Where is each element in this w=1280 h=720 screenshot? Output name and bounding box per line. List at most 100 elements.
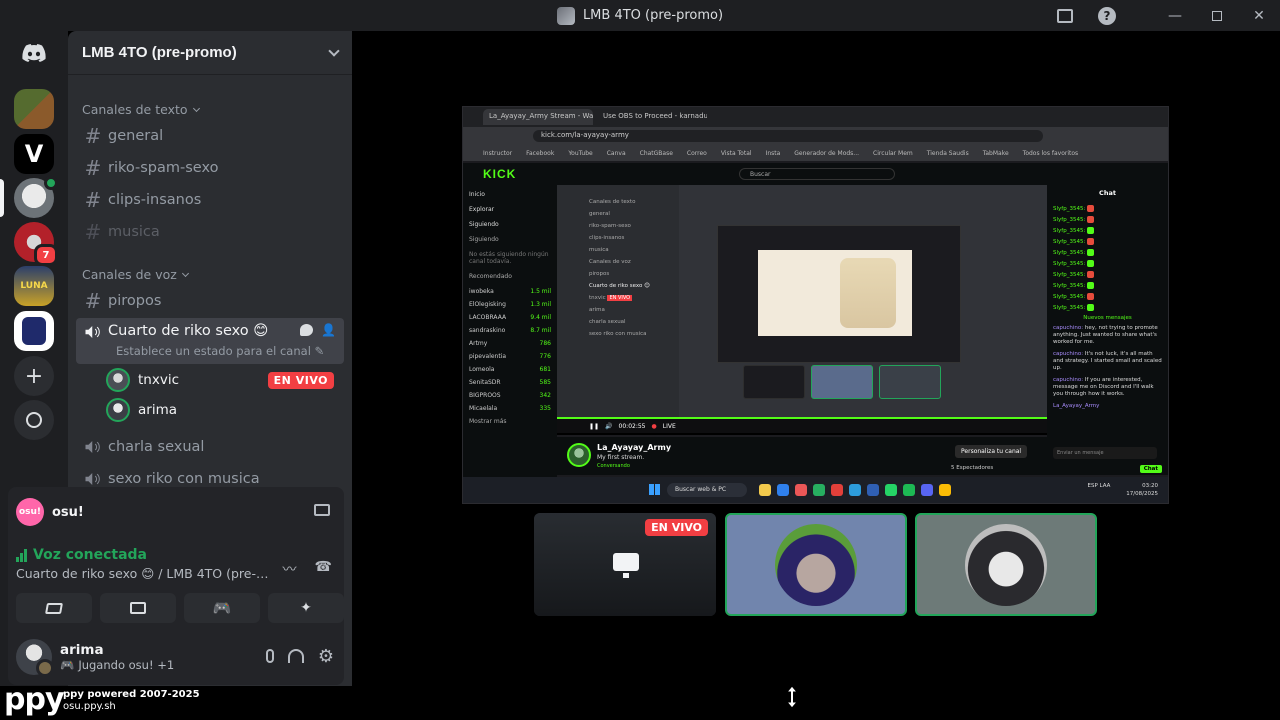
inbox-button[interactable] — [1044, 0, 1086, 31]
voice-user-arima[interactable]: arima — [106, 396, 338, 424]
kick-nav-item: Explorar — [469, 206, 495, 213]
kick-channel-name: SenitaSDR — [469, 379, 501, 386]
voice-channel-active[interactable]: Cuarto de riko sexo 😊 Establece un estad… — [76, 318, 344, 364]
help-button[interactable]: ? — [1086, 0, 1128, 31]
nested-stream — [717, 225, 961, 363]
kick-channel-viewers: 786 — [539, 340, 551, 347]
screen-share-icon[interactable] — [314, 504, 330, 516]
channel-clips-insanos[interactable]: # clips-insanos — [76, 184, 344, 216]
kick-following-heading: Siguiendo — [469, 236, 499, 243]
nested-channel: Canales de voz — [589, 259, 631, 265]
nested-channel: piropos — [589, 271, 610, 277]
voice-user-tnxvic[interactable]: tnxvic EN VIVO — [106, 366, 338, 394]
nested-user-name: tnxvic — [589, 295, 606, 301]
kick-viewers: 5 Espectadores — [951, 465, 994, 471]
live-badge: EN VIVO — [645, 519, 708, 536]
chat-user: Slyfp_3545: — [1053, 294, 1086, 300]
kick-chat: Chat Slyfp_3545: Slyfp_3545: Slyfp_3545:… — [1047, 185, 1168, 475]
server-icon-lunar[interactable]: LUNA — [14, 266, 54, 306]
headphones-icon[interactable] — [287, 649, 304, 663]
channel-general[interactable]: # general — [76, 120, 344, 152]
chat-user: capuchino: — [1053, 325, 1084, 331]
chevron-down-icon — [181, 269, 189, 277]
url-text: kick.com/la-ayayay-army — [533, 130, 1043, 142]
participant-tile-arima[interactable] — [915, 513, 1097, 616]
taskbar-app-icon — [831, 484, 843, 496]
taskbar-clock: ESP LAA 03:20 17/08/2025 — [1087, 482, 1158, 498]
category-voice[interactable]: Canales de voz — [82, 267, 189, 282]
server-icon-character[interactable] — [14, 311, 54, 351]
channel-musica[interactable]: # musica — [76, 216, 344, 248]
avatar[interactable] — [16, 639, 54, 677]
nested-tiles — [743, 365, 941, 399]
noise-suppression-icon[interactable]: 〰 — [283, 559, 297, 579]
server-icon-active[interactable] — [14, 176, 58, 218]
kick-channel-viewers: 1.5 mil — [530, 288, 551, 295]
channel-status-text: Establece un estado para el canal — [116, 344, 311, 358]
chat-bubble-icon[interactable] — [300, 324, 314, 336]
category-text[interactable]: Canales de texto — [82, 102, 200, 117]
voice-status-title: Voz conectada — [33, 547, 147, 563]
server-icon-red[interactable]: 7 — [14, 222, 58, 266]
bookmarks-bar: Instructor Facebook YouTube Canva ChatGB… — [463, 145, 1168, 161]
channel-riko-spam-sexo[interactable]: # riko-spam-sexo — [76, 152, 344, 184]
user-info[interactable]: arima 🎮 Jugando osu! +1 — [60, 642, 174, 672]
kick-channel-title: La_Ayayay_Army — [597, 443, 672, 452]
gamepad-icon: 🎮 — [60, 658, 75, 672]
add-server-button[interactable]: + — [14, 356, 54, 396]
channel-label: clips-insanos — [108, 192, 202, 208]
chat-user: Slyfp_3545: — [1053, 239, 1086, 245]
avatar — [567, 443, 591, 467]
microphone-icon[interactable] — [265, 649, 274, 663]
emote-icon — [1087, 216, 1095, 223]
chat-line: Slyfp_3545: — [1053, 227, 1162, 234]
chevron-down-icon — [192, 104, 200, 112]
minimize-icon: — — [1168, 7, 1182, 24]
kick-channel-viewers: 335 — [539, 405, 551, 412]
chat-line: Slyfp_3545: — [1053, 260, 1162, 267]
bookmark: Generador de Mods... — [794, 149, 860, 157]
channel-label: riko-spam-sexo — [108, 160, 219, 176]
kick-channel-name: LACOBRAAA — [469, 314, 507, 321]
bookmark: TabMake — [982, 149, 1009, 157]
nested-channel: sexo riko con musica — [589, 331, 647, 337]
windows-taskbar: Buscar web & PC ESP LAA 03:20 17/08/2025 — [463, 477, 1168, 503]
chat-user: Slyfp_3545: — [1053, 305, 1086, 311]
emote-icon — [1087, 271, 1095, 278]
minimize-button[interactable]: — — [1154, 0, 1196, 31]
discord-home-button[interactable] — [14, 33, 54, 73]
close-button[interactable]: ✕ — [1238, 0, 1280, 31]
windows-start-icon — [649, 484, 660, 495]
screen-share-button[interactable] — [100, 593, 176, 623]
screen-share-stream[interactable]: La_Ayayay_Army Stream - Watc Use OBS to … — [462, 106, 1169, 504]
chat-line: La_Ayayay_Army — [1053, 403, 1162, 409]
channel-status[interactable]: Establece un estado para el canal ✎ — [116, 344, 324, 358]
activities-button[interactable]: 🎮 — [184, 593, 260, 623]
kick-header: KICK Buscar — [463, 163, 1168, 185]
add-user-icon[interactable]: 👤 — [321, 324, 336, 336]
inbox-icon — [1057, 8, 1073, 23]
browser-tabs: La_Ayayay_Army Stream - Watc Use OBS to … — [463, 107, 1168, 127]
participant-tile-stream[interactable]: EN VIVO — [534, 513, 716, 616]
camera-button[interactable] — [16, 593, 92, 623]
browser-tab: Use OBS to Proceed - karnadu — [603, 112, 707, 120]
explore-button[interactable] — [14, 400, 54, 440]
chat-line: Slyfp_3545: — [1053, 249, 1162, 256]
settings-gear-icon[interactable]: ⚙ — [318, 648, 334, 666]
participant-tile-tnxvic[interactable] — [725, 513, 907, 616]
emote-icon — [1087, 304, 1095, 311]
title-bar: LMB 4TO (pre-promo) ? — ✕ — [0, 0, 1280, 31]
disconnect-icon[interactable]: ☎ — [315, 559, 332, 579]
kick-channel-viewers: 9.4 mil — [530, 314, 551, 321]
character-icon — [22, 317, 46, 345]
maximize-button[interactable] — [1196, 0, 1238, 31]
hash-icon: # — [84, 220, 102, 244]
channel-piropos[interactable]: # piropos — [76, 285, 344, 317]
server-icon-v[interactable]: V — [14, 134, 54, 174]
soundboard-button[interactable]: ✦ — [268, 593, 344, 623]
server-header[interactable]: LMB 4TO (pre-promo) — [68, 31, 352, 75]
voice-channel-charla-sexual[interactable]: charla sexual — [76, 431, 344, 463]
server-icon-collage[interactable] — [14, 89, 54, 129]
chat-user: Slyfp_3545: — [1053, 272, 1086, 278]
chat-line: Slyfp_3545: — [1053, 216, 1162, 223]
